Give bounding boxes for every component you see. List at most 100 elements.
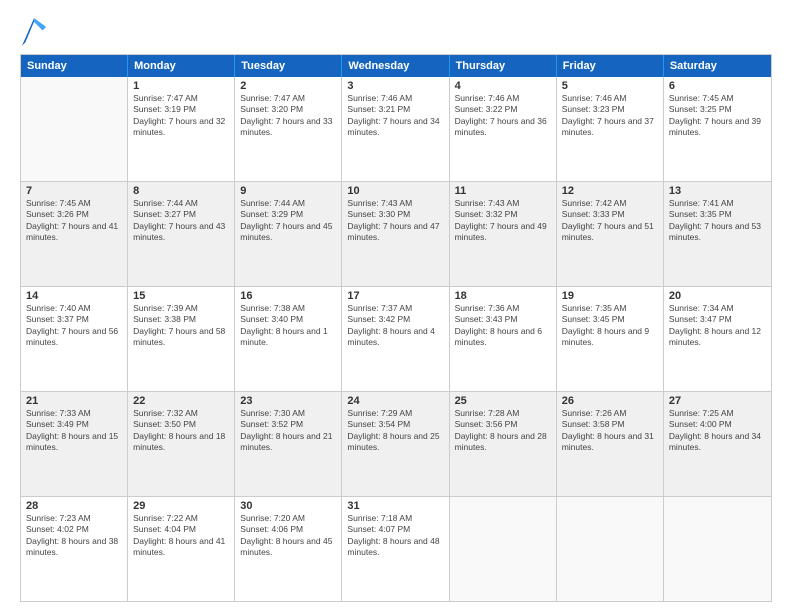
cal-header-monday: Monday — [128, 55, 235, 77]
cal-header-wednesday: Wednesday — [342, 55, 449, 77]
cal-cell-0-2: 2Sunrise: 7:47 AM Sunset: 3:20 PM Daylig… — [235, 77, 342, 181]
cal-row-1: 7Sunrise: 7:45 AM Sunset: 3:26 PM Daylig… — [21, 182, 771, 287]
cal-cell-4-6 — [664, 497, 771, 601]
cal-cell-1-3: 10Sunrise: 7:43 AM Sunset: 3:30 PM Dayli… — [342, 182, 449, 286]
cell-info: Sunrise: 7:47 AM Sunset: 3:19 PM Dayligh… — [133, 93, 229, 139]
day-number: 13 — [669, 185, 766, 197]
cal-row-0: 1Sunrise: 7:47 AM Sunset: 3:19 PM Daylig… — [21, 77, 771, 182]
day-number: 12 — [562, 185, 658, 197]
cal-cell-4-1: 29Sunrise: 7:22 AM Sunset: 4:04 PM Dayli… — [128, 497, 235, 601]
day-number: 21 — [26, 395, 122, 407]
day-number: 18 — [455, 290, 551, 302]
cal-cell-4-3: 31Sunrise: 7:18 AM Sunset: 4:07 PM Dayli… — [342, 497, 449, 601]
day-number: 31 — [347, 500, 443, 512]
cal-cell-2-0: 14Sunrise: 7:40 AM Sunset: 3:37 PM Dayli… — [21, 287, 128, 391]
cell-info: Sunrise: 7:39 AM Sunset: 3:38 PM Dayligh… — [133, 303, 229, 349]
cell-info: Sunrise: 7:35 AM Sunset: 3:45 PM Dayligh… — [562, 303, 658, 349]
day-number: 2 — [240, 80, 336, 92]
cell-info: Sunrise: 7:34 AM Sunset: 3:47 PM Dayligh… — [669, 303, 766, 349]
header — [20, 18, 772, 46]
cal-cell-2-2: 16Sunrise: 7:38 AM Sunset: 3:40 PM Dayli… — [235, 287, 342, 391]
day-number: 3 — [347, 80, 443, 92]
calendar-header-row: SundayMondayTuesdayWednesdayThursdayFrid… — [21, 55, 771, 77]
day-number: 14 — [26, 290, 122, 302]
cal-header-thursday: Thursday — [450, 55, 557, 77]
day-number: 5 — [562, 80, 658, 92]
cell-info: Sunrise: 7:32 AM Sunset: 3:50 PM Dayligh… — [133, 408, 229, 454]
cell-info: Sunrise: 7:22 AM Sunset: 4:04 PM Dayligh… — [133, 513, 229, 559]
cal-cell-2-4: 18Sunrise: 7:36 AM Sunset: 3:43 PM Dayli… — [450, 287, 557, 391]
cal-cell-3-1: 22Sunrise: 7:32 AM Sunset: 3:50 PM Dayli… — [128, 392, 235, 496]
day-number: 27 — [669, 395, 766, 407]
day-number: 17 — [347, 290, 443, 302]
logo-icon — [22, 18, 46, 46]
day-number: 7 — [26, 185, 122, 197]
cal-cell-4-5 — [557, 497, 664, 601]
cell-info: Sunrise: 7:18 AM Sunset: 4:07 PM Dayligh… — [347, 513, 443, 559]
cell-info: Sunrise: 7:25 AM Sunset: 4:00 PM Dayligh… — [669, 408, 766, 454]
logo — [20, 18, 50, 46]
day-number: 6 — [669, 80, 766, 92]
day-number: 15 — [133, 290, 229, 302]
day-number: 22 — [133, 395, 229, 407]
cell-info: Sunrise: 7:46 AM Sunset: 3:21 PM Dayligh… — [347, 93, 443, 139]
page: SundayMondayTuesdayWednesdayThursdayFrid… — [0, 0, 792, 612]
cell-info: Sunrise: 7:36 AM Sunset: 3:43 PM Dayligh… — [455, 303, 551, 349]
cal-cell-2-5: 19Sunrise: 7:35 AM Sunset: 3:45 PM Dayli… — [557, 287, 664, 391]
cal-header-saturday: Saturday — [664, 55, 771, 77]
cal-cell-0-1: 1Sunrise: 7:47 AM Sunset: 3:19 PM Daylig… — [128, 77, 235, 181]
day-number: 11 — [455, 185, 551, 197]
day-number: 24 — [347, 395, 443, 407]
cal-cell-0-3: 3Sunrise: 7:46 AM Sunset: 3:21 PM Daylig… — [342, 77, 449, 181]
cal-header-friday: Friday — [557, 55, 664, 77]
cal-cell-2-6: 20Sunrise: 7:34 AM Sunset: 3:47 PM Dayli… — [664, 287, 771, 391]
cell-info: Sunrise: 7:41 AM Sunset: 3:35 PM Dayligh… — [669, 198, 766, 244]
day-number: 9 — [240, 185, 336, 197]
day-number: 25 — [455, 395, 551, 407]
cell-info: Sunrise: 7:26 AM Sunset: 3:58 PM Dayligh… — [562, 408, 658, 454]
cal-cell-0-6: 6Sunrise: 7:45 AM Sunset: 3:25 PM Daylig… — [664, 77, 771, 181]
day-number: 19 — [562, 290, 658, 302]
day-number: 28 — [26, 500, 122, 512]
cal-cell-3-0: 21Sunrise: 7:33 AM Sunset: 3:49 PM Dayli… — [21, 392, 128, 496]
cal-cell-0-0 — [21, 77, 128, 181]
cell-info: Sunrise: 7:23 AM Sunset: 4:02 PM Dayligh… — [26, 513, 122, 559]
day-number: 10 — [347, 185, 443, 197]
cell-info: Sunrise: 7:38 AM Sunset: 3:40 PM Dayligh… — [240, 303, 336, 349]
cal-cell-2-3: 17Sunrise: 7:37 AM Sunset: 3:42 PM Dayli… — [342, 287, 449, 391]
day-number: 20 — [669, 290, 766, 302]
cell-info: Sunrise: 7:30 AM Sunset: 3:52 PM Dayligh… — [240, 408, 336, 454]
day-number: 30 — [240, 500, 336, 512]
cal-row-2: 14Sunrise: 7:40 AM Sunset: 3:37 PM Dayli… — [21, 287, 771, 392]
cal-cell-0-5: 5Sunrise: 7:46 AM Sunset: 3:23 PM Daylig… — [557, 77, 664, 181]
cell-info: Sunrise: 7:28 AM Sunset: 3:56 PM Dayligh… — [455, 408, 551, 454]
cal-cell-3-4: 25Sunrise: 7:28 AM Sunset: 3:56 PM Dayli… — [450, 392, 557, 496]
day-number: 4 — [455, 80, 551, 92]
cal-cell-3-3: 24Sunrise: 7:29 AM Sunset: 3:54 PM Dayli… — [342, 392, 449, 496]
cell-info: Sunrise: 7:44 AM Sunset: 3:27 PM Dayligh… — [133, 198, 229, 244]
cal-row-4: 28Sunrise: 7:23 AM Sunset: 4:02 PM Dayli… — [21, 497, 771, 601]
cal-cell-4-2: 30Sunrise: 7:20 AM Sunset: 4:06 PM Dayli… — [235, 497, 342, 601]
cell-info: Sunrise: 7:43 AM Sunset: 3:32 PM Dayligh… — [455, 198, 551, 244]
cell-info: Sunrise: 7:46 AM Sunset: 3:22 PM Dayligh… — [455, 93, 551, 139]
cal-header-tuesday: Tuesday — [235, 55, 342, 77]
cal-row-3: 21Sunrise: 7:33 AM Sunset: 3:49 PM Dayli… — [21, 392, 771, 497]
calendar-body: 1Sunrise: 7:47 AM Sunset: 3:19 PM Daylig… — [21, 77, 771, 601]
cal-cell-1-6: 13Sunrise: 7:41 AM Sunset: 3:35 PM Dayli… — [664, 182, 771, 286]
day-number: 26 — [562, 395, 658, 407]
cell-info: Sunrise: 7:20 AM Sunset: 4:06 PM Dayligh… — [240, 513, 336, 559]
day-number: 29 — [133, 500, 229, 512]
cal-cell-3-6: 27Sunrise: 7:25 AM Sunset: 4:00 PM Dayli… — [664, 392, 771, 496]
cal-cell-2-1: 15Sunrise: 7:39 AM Sunset: 3:38 PM Dayli… — [128, 287, 235, 391]
cell-info: Sunrise: 7:45 AM Sunset: 3:25 PM Dayligh… — [669, 93, 766, 139]
cal-cell-1-0: 7Sunrise: 7:45 AM Sunset: 3:26 PM Daylig… — [21, 182, 128, 286]
cal-cell-4-4 — [450, 497, 557, 601]
cal-cell-1-2: 9Sunrise: 7:44 AM Sunset: 3:29 PM Daylig… — [235, 182, 342, 286]
cal-cell-1-1: 8Sunrise: 7:44 AM Sunset: 3:27 PM Daylig… — [128, 182, 235, 286]
cell-info: Sunrise: 7:47 AM Sunset: 3:20 PM Dayligh… — [240, 93, 336, 139]
cell-info: Sunrise: 7:43 AM Sunset: 3:30 PM Dayligh… — [347, 198, 443, 244]
calendar: SundayMondayTuesdayWednesdayThursdayFrid… — [20, 54, 772, 602]
cell-info: Sunrise: 7:33 AM Sunset: 3:49 PM Dayligh… — [26, 408, 122, 454]
day-number: 8 — [133, 185, 229, 197]
cell-info: Sunrise: 7:46 AM Sunset: 3:23 PM Dayligh… — [562, 93, 658, 139]
